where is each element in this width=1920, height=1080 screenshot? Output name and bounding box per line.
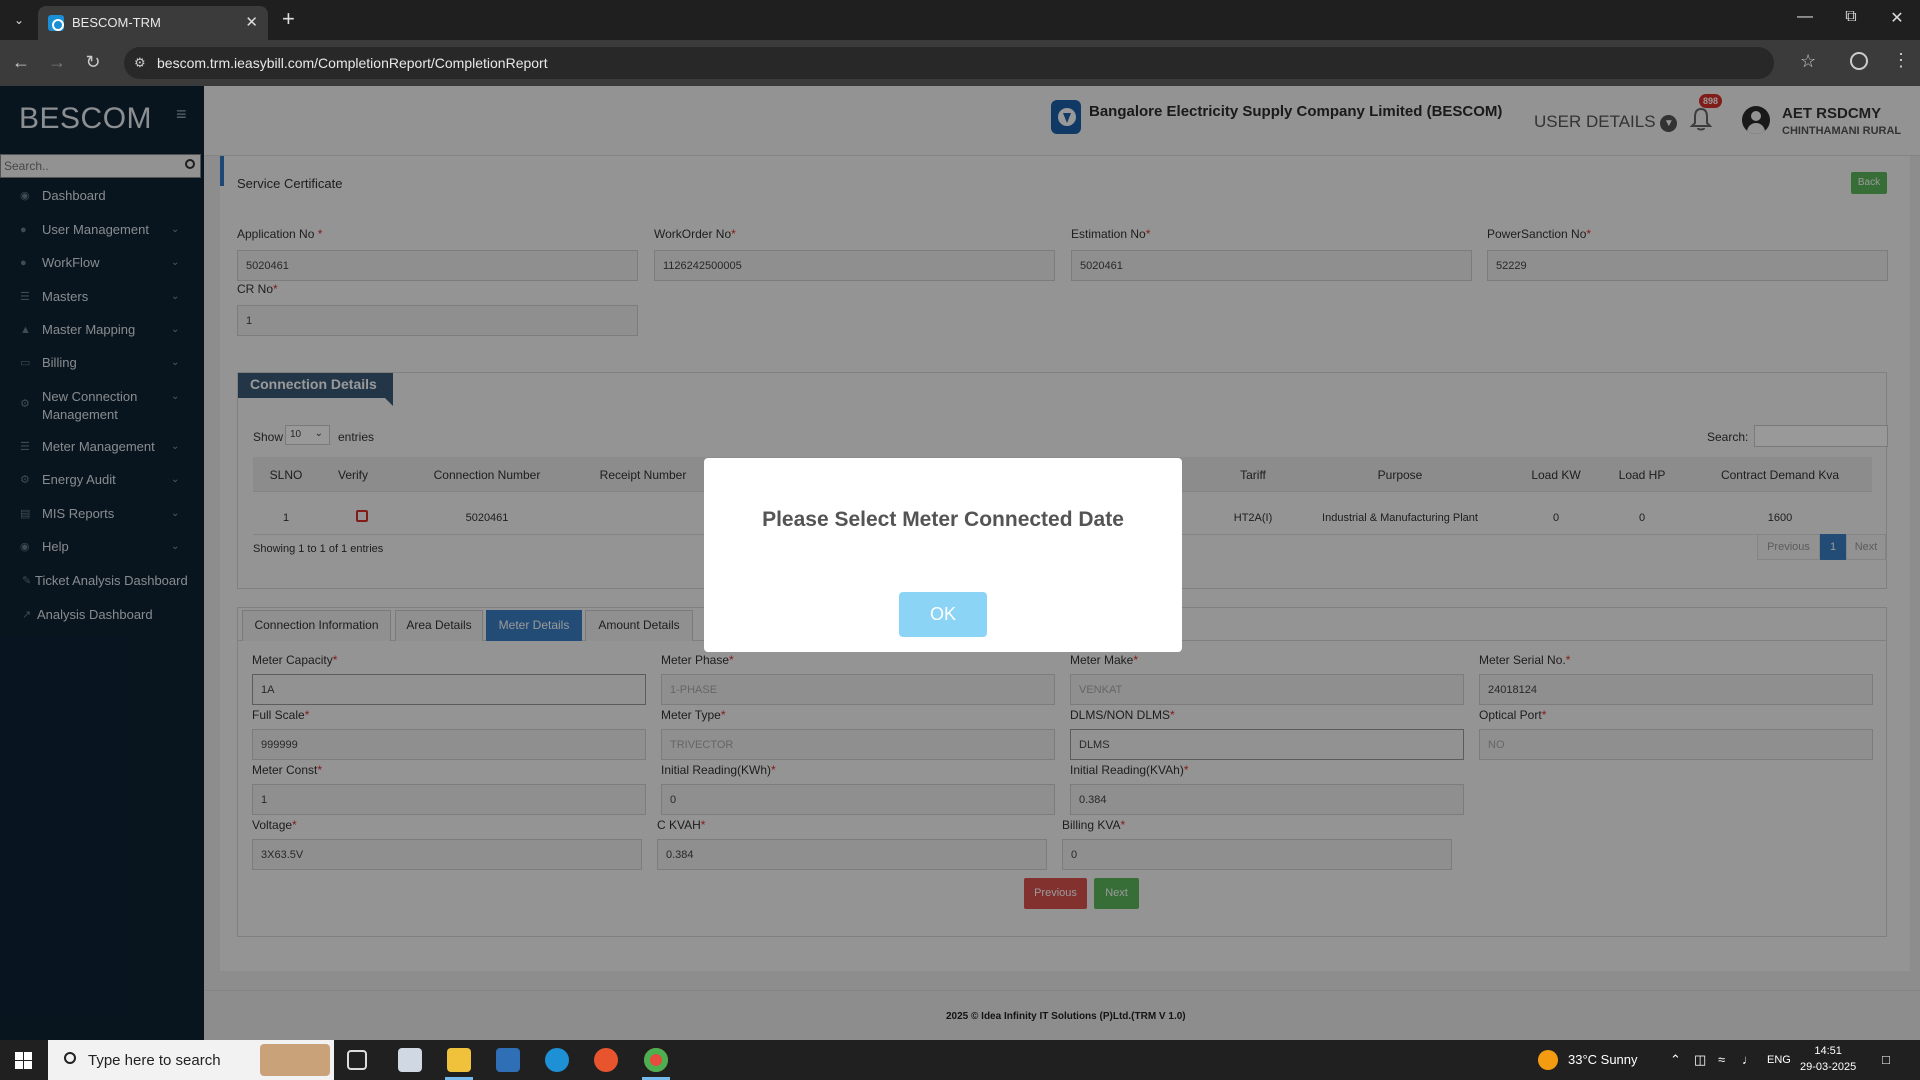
site-info-icon[interactable]: ⚙ bbox=[134, 55, 150, 71]
url-text: bescom.trm.ieasybill.com/CompletionRepor… bbox=[157, 55, 548, 71]
alert-message: Please Select Meter Connected Date bbox=[762, 508, 1124, 531]
taskbar-clock[interactable]: 14:51 29-03-2025 bbox=[1800, 1043, 1856, 1075]
close-tab-icon[interactable]: ✕ bbox=[245, 13, 258, 31]
notification-center-icon[interactable]: □ bbox=[1882, 1052, 1890, 1067]
reload-icon[interactable]: ↻ bbox=[82, 52, 104, 73]
taskbar-search[interactable]: Type here to search bbox=[48, 1040, 334, 1080]
more-menu-icon[interactable]: ⋮ bbox=[1892, 50, 1910, 71]
address-bar[interactable]: ⚙ bescom.trm.ieasybill.com/CompletionRep… bbox=[124, 47, 1774, 79]
windows-taskbar: Type here to search 33°C Sunny ⌃ ◫ ≈ ♩ E… bbox=[0, 1040, 1920, 1080]
new-tab-icon[interactable]: + bbox=[282, 7, 295, 31]
weather-icon[interactable] bbox=[1538, 1050, 1558, 1070]
restore-icon[interactable]: ⧉ bbox=[1836, 8, 1866, 26]
wifi-icon[interactable]: ≈ bbox=[1718, 1052, 1725, 1067]
browser-tab-bar: ⌄ BESCOM-TRM ✕ + — ⧉ ✕ bbox=[0, 0, 1920, 40]
ok-button[interactable]: OK bbox=[899, 592, 987, 637]
weather-text[interactable]: 33°C Sunny bbox=[1568, 1052, 1638, 1067]
minimize-icon[interactable]: — bbox=[1790, 8, 1820, 26]
alert-dialog: Please Select Meter Connected Date OK bbox=[704, 458, 1182, 652]
app-icon[interactable] bbox=[398, 1048, 422, 1072]
favicon-icon bbox=[48, 15, 64, 31]
browser-tab[interactable]: BESCOM-TRM ✕ bbox=[38, 6, 268, 40]
browser-toolbar: ← → ↻ ⚙ bescom.trm.ieasybill.com/Complet… bbox=[0, 40, 1920, 86]
back-arrow-icon[interactable]: ← bbox=[10, 52, 32, 73]
task-view-icon[interactable] bbox=[347, 1050, 367, 1070]
clock-time: 14:51 bbox=[1814, 1045, 1842, 1057]
firefox-icon[interactable] bbox=[594, 1048, 618, 1072]
search-icon bbox=[64, 1052, 76, 1064]
tab-search-icon[interactable]: ⌄ bbox=[8, 9, 30, 31]
chrome-icon[interactable] bbox=[644, 1048, 668, 1072]
tab-title: BESCOM-TRM bbox=[72, 15, 161, 30]
speaker-muted-icon[interactable]: ♩ bbox=[1742, 1052, 1755, 1067]
profile-icon[interactable] bbox=[1850, 52, 1868, 70]
search-highlight-image bbox=[260, 1044, 330, 1076]
calculator-icon[interactable] bbox=[496, 1048, 520, 1072]
edge-icon[interactable] bbox=[545, 1048, 569, 1072]
file-explorer-icon[interactable] bbox=[447, 1048, 471, 1072]
battery-icon[interactable]: ◫ bbox=[1694, 1052, 1706, 1068]
language-indicator[interactable]: ENG bbox=[1767, 1054, 1791, 1066]
close-window-icon[interactable]: ✕ bbox=[1882, 8, 1912, 28]
taskbar-search-placeholder: Type here to search bbox=[88, 1052, 221, 1069]
clock-date: 29-03-2025 bbox=[1800, 1061, 1857, 1073]
forward-arrow-icon[interactable]: → bbox=[46, 52, 68, 73]
chevron-up-icon[interactable]: ⌃ bbox=[1670, 1052, 1681, 1068]
bookmark-star-icon[interactable]: ☆ bbox=[1800, 51, 1816, 72]
windows-start-icon[interactable] bbox=[15, 1052, 32, 1069]
